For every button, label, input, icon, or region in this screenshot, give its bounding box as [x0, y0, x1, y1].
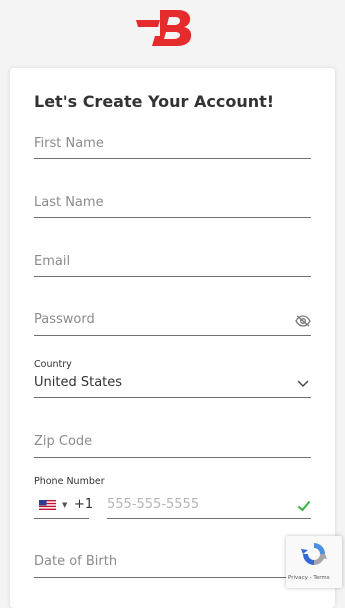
dial-code: +1 — [74, 497, 94, 512]
form-heading: Let's Create Your Account! — [34, 92, 275, 111]
signup-card: Let's Create Your Account! First Name La… — [10, 68, 335, 608]
check-icon — [297, 500, 311, 512]
eye-off-icon[interactable] — [295, 315, 311, 327]
phone-number-placeholder: 555-555-5555 — [107, 497, 200, 512]
phone-number-label: Phone Number — [34, 476, 105, 487]
last-name-input[interactable]: Last Name — [34, 193, 311, 218]
recaptcha-icon — [301, 543, 327, 565]
country-label: Country — [34, 359, 72, 370]
zip-code-placeholder: Zip Code — [34, 434, 93, 449]
first-name-placeholder: First Name — [34, 136, 104, 151]
caret-down-icon: ▼ — [62, 501, 68, 509]
password-input[interactable]: Password — [34, 310, 311, 336]
recaptcha-badge[interactable]: Privacy - Terms — [286, 536, 342, 588]
recaptcha-links[interactable]: Privacy - Terms — [288, 575, 330, 581]
chevron-down-icon — [297, 380, 309, 387]
first-name-input[interactable]: First Name — [34, 134, 311, 159]
date-of-birth-input[interactable]: Date of Birth — [34, 552, 311, 578]
brand-logo[interactable] — [136, 8, 196, 48]
email-input[interactable]: Email — [34, 252, 311, 277]
us-flag-icon — [39, 500, 56, 510]
zip-code-input[interactable]: Zip Code — [34, 432, 311, 458]
email-placeholder: Email — [34, 254, 71, 269]
country-select[interactable]: United States — [34, 373, 311, 398]
header-bar — [0, 0, 345, 66]
country-code-select[interactable]: ▼ +1 — [34, 492, 93, 519]
date-of-birth-placeholder: Date of Birth — [34, 554, 118, 569]
country-value: United States — [34, 375, 123, 390]
password-placeholder: Password — [34, 312, 95, 327]
phone-number-input[interactable]: 555-555-5555 — [107, 492, 311, 519]
last-name-placeholder: Last Name — [34, 195, 104, 210]
